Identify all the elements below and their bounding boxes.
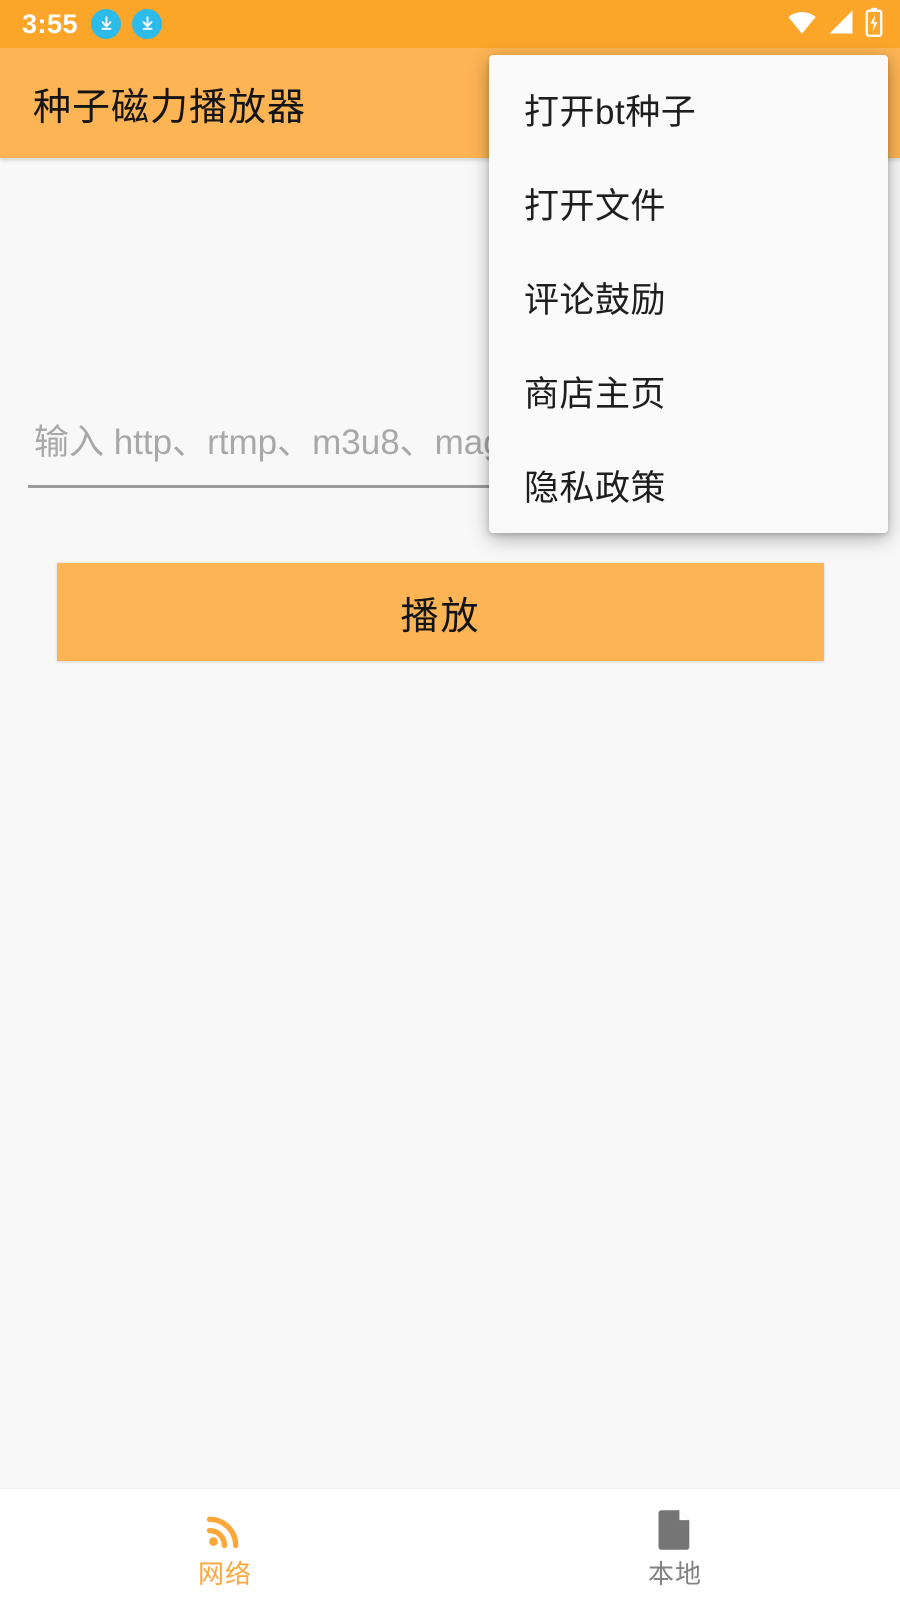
battery-charging-icon [864,7,884,42]
status-bar: 3:55 [0,0,900,48]
play-button[interactable]: 播放 [57,563,824,661]
menu-item-rate-review[interactable]: 评论鼓励 [489,250,888,344]
nav-tab-local-label: 本地 [647,1558,702,1589]
bottom-navigation: 网络 本地 [0,1488,900,1600]
page-title: 种子磁力播放器 [33,86,307,129]
download-icon [132,9,163,39]
nav-tab-network[interactable]: 网络 [0,1489,450,1600]
status-system-icons [786,7,884,42]
nav-tab-network-label: 网络 [197,1558,252,1589]
download-icon [91,9,122,39]
file-document-icon [652,1507,698,1553]
nav-tab-local[interactable]: 本地 [450,1489,900,1600]
menu-item-open-file[interactable]: 打开文件 [489,156,888,250]
menu-item-privacy-policy[interactable]: 隐私政策 [489,438,888,532]
rss-icon [202,1507,248,1553]
overflow-menu: 打开bt种子 打开文件 评论鼓励 商店主页 隐私政策 [489,55,888,533]
status-clock: 3:55 [22,8,79,39]
app-root: 3:55 种子磁力播放器 输入 http、rtmp、m3u8、magnet等播放… [0,0,900,1600]
wifi-icon [786,9,818,40]
cell-signal-icon [827,9,855,40]
menu-item-store-homepage[interactable]: 商店主页 [489,344,888,438]
menu-item-open-bt-torrent[interactable]: 打开bt种子 [489,62,888,156]
status-notification-icons [91,9,163,39]
